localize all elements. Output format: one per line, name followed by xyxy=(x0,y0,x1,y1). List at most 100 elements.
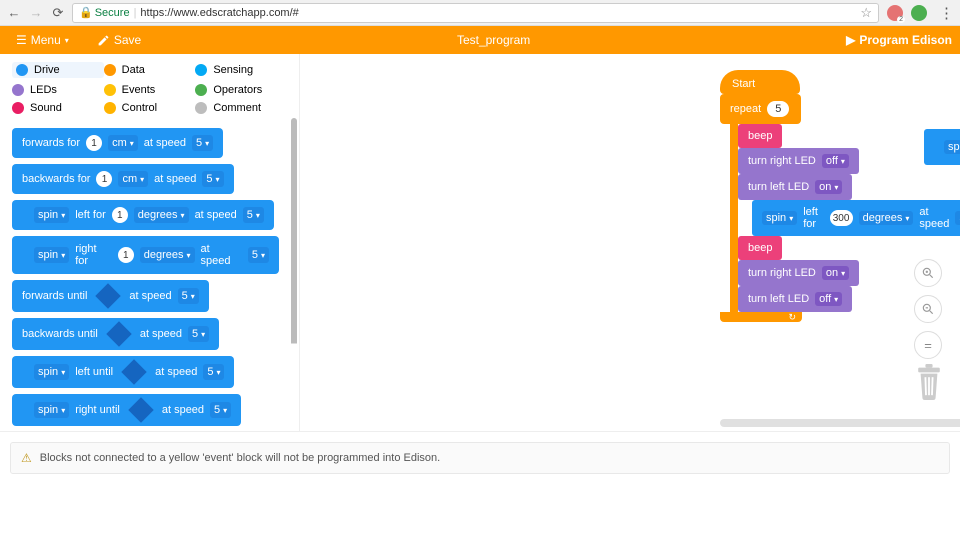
canvas-controls: = xyxy=(914,259,942,359)
category-dot-icon xyxy=(104,84,116,96)
beep-block[interactable]: beep xyxy=(738,236,782,260)
block-forwards-until[interactable]: forwards until at speed 5 xyxy=(12,280,209,312)
speed-dropdown[interactable]: 5 xyxy=(955,211,960,225)
block-value[interactable]: 1 xyxy=(118,247,134,263)
category-label: Data xyxy=(122,64,145,76)
speed-dropdown[interactable]: 5 xyxy=(243,207,264,223)
led-state-dropdown[interactable]: off xyxy=(815,292,842,306)
save-button[interactable]: Save xyxy=(97,33,141,47)
program-edison-button[interactable]: ▶ Program Edison xyxy=(846,33,952,47)
category-leds[interactable]: LEDs xyxy=(12,84,104,96)
speed-dropdown[interactable]: 5 xyxy=(178,288,199,304)
zoom-in-button[interactable] xyxy=(914,259,942,287)
led-state-dropdown[interactable]: on xyxy=(822,266,849,280)
category-label: Sound xyxy=(30,102,62,114)
beep-block[interactable]: beep xyxy=(738,124,782,148)
spin-dropdown[interactable]: spin xyxy=(34,364,69,380)
category-drive[interactable]: Drive xyxy=(12,62,104,78)
condition-slot[interactable] xyxy=(96,283,121,308)
start-hat-block[interactable]: Start xyxy=(720,70,800,94)
url-text: https://www.edscratchapp.com/# xyxy=(140,7,298,19)
speed-dropdown[interactable]: 5 xyxy=(210,402,231,418)
spin-dropdown[interactable]: spin xyxy=(34,207,69,223)
category-comment[interactable]: Comment xyxy=(195,102,287,114)
speed-dropdown[interactable]: 5 xyxy=(248,247,269,263)
condition-slot[interactable] xyxy=(128,397,153,422)
spin-left-block[interactable]: spin left for 300 degrees at speed 5 xyxy=(752,200,960,236)
workspace-canvas[interactable]: Start repeat 5 beep turn right LED off t… xyxy=(300,54,960,431)
led-state-dropdown[interactable]: off xyxy=(822,154,849,168)
program-title: Test_program xyxy=(141,33,846,47)
block-value[interactable]: 1 xyxy=(86,135,102,151)
unit-dropdown[interactable]: cm xyxy=(118,171,148,187)
horizontal-scrollbar[interactable] xyxy=(720,419,960,427)
block-label: left until xyxy=(75,366,113,378)
block-spin-right-until[interactable]: spin right until at speed 5 xyxy=(12,394,241,426)
bookmark-star-icon[interactable]: ☆ xyxy=(860,5,872,21)
spin-dropdown[interactable]: spin xyxy=(34,402,69,418)
block-forwards-for[interactable]: forwards for 1 cm at speed 5 xyxy=(12,128,223,158)
repeat-block[interactable]: repeat 5 xyxy=(720,94,801,124)
zoom-out-button[interactable] xyxy=(914,295,942,323)
turn-left-led-block[interactable]: turn left LED on xyxy=(738,174,852,200)
profile-avatar[interactable] xyxy=(911,5,927,21)
block-value[interactable]: 300 xyxy=(830,210,853,226)
category-dot-icon xyxy=(195,64,207,76)
category-dot-icon xyxy=(104,102,116,114)
menu-button[interactable]: ☰ Menu ▾ xyxy=(8,30,77,50)
chrome-menu-icon[interactable]: ⋮ xyxy=(939,4,954,22)
block-spin-left-for[interactable]: spin left for 1 degrees at speed 5 xyxy=(12,200,274,230)
category-operators[interactable]: Operators xyxy=(195,84,287,96)
unit-dropdown[interactable]: cm xyxy=(108,135,138,151)
spin-dropdown[interactable]: spin xyxy=(34,247,69,263)
category-label: Control xyxy=(122,102,157,114)
warning-text: Blocks not connected to a yellow 'event'… xyxy=(40,452,440,464)
back-button[interactable]: ← xyxy=(6,5,22,21)
turn-right-led-block[interactable]: turn right LED off xyxy=(738,148,859,174)
category-sound[interactable]: Sound xyxy=(12,102,104,114)
spin-dropdown[interactable]: spin xyxy=(944,140,960,154)
turn-left-led-block[interactable]: turn left LED off xyxy=(738,286,852,312)
recenter-button[interactable]: = xyxy=(914,331,942,359)
speed-dropdown[interactable]: 5 xyxy=(192,135,213,151)
block-spin-left-until[interactable]: spin left until at speed 5 xyxy=(12,356,234,388)
block-label: at speed xyxy=(162,404,204,416)
chevron-down-icon: ▾ xyxy=(65,36,69,45)
unit-dropdown[interactable]: degrees xyxy=(140,247,195,263)
unit-dropdown[interactable]: degrees xyxy=(134,207,189,223)
block-label: at speed xyxy=(129,290,171,302)
category-events[interactable]: Events xyxy=(104,84,196,96)
speed-dropdown[interactable]: 5 xyxy=(202,171,223,187)
repeat-count[interactable]: 5 xyxy=(767,101,789,117)
category-data[interactable]: Data xyxy=(104,62,196,78)
led-state-dropdown[interactable]: on xyxy=(815,180,842,194)
block-value[interactable]: 1 xyxy=(96,171,112,187)
category-grid: Drive Data Sensing LEDsEventsOperators Sound… xyxy=(0,54,299,118)
category-sensing[interactable]: Sensing xyxy=(195,62,287,78)
condition-slot[interactable] xyxy=(121,359,146,384)
extension-icon[interactable]: 2 xyxy=(887,5,903,21)
detached-spin-block[interactable]: spin right for 300 degrees at speed 5 xyxy=(924,129,960,165)
trash-button[interactable] xyxy=(914,364,944,403)
spin-dropdown[interactable]: spin xyxy=(762,211,797,225)
block-backwards-for[interactable]: backwards for 1 cm at speed 5 xyxy=(12,164,234,194)
block-label: backwards until xyxy=(22,328,98,340)
zoom-out-icon xyxy=(921,302,935,316)
speed-dropdown[interactable]: 5 xyxy=(188,326,209,342)
turn-right-led-block[interactable]: turn right LED on xyxy=(738,260,859,286)
block-value[interactable]: 1 xyxy=(112,207,128,223)
speed-dropdown[interactable]: 5 xyxy=(203,364,224,380)
block-label: at speed xyxy=(195,209,237,221)
forward-button[interactable]: → xyxy=(28,5,44,21)
unit-dropdown[interactable]: degrees xyxy=(859,211,914,225)
block-backwards-until[interactable]: backwards until at speed 5 xyxy=(12,318,219,350)
category-label: Comment xyxy=(213,102,261,114)
block-label: right for xyxy=(75,243,112,267)
category-control[interactable]: Control xyxy=(104,102,196,114)
block-list[interactable]: forwards for 1 cm at speed 5 backwards f… xyxy=(0,118,299,431)
save-label: Save xyxy=(114,33,141,47)
reload-button[interactable]: ⟳ xyxy=(50,5,66,21)
block-spin-right-for[interactable]: spin right for 1 degrees at speed 5 xyxy=(12,236,279,274)
condition-slot[interactable] xyxy=(106,321,131,346)
address-bar[interactable]: 🔒 Secure | https://www.edscratchapp.com/… xyxy=(72,3,879,23)
